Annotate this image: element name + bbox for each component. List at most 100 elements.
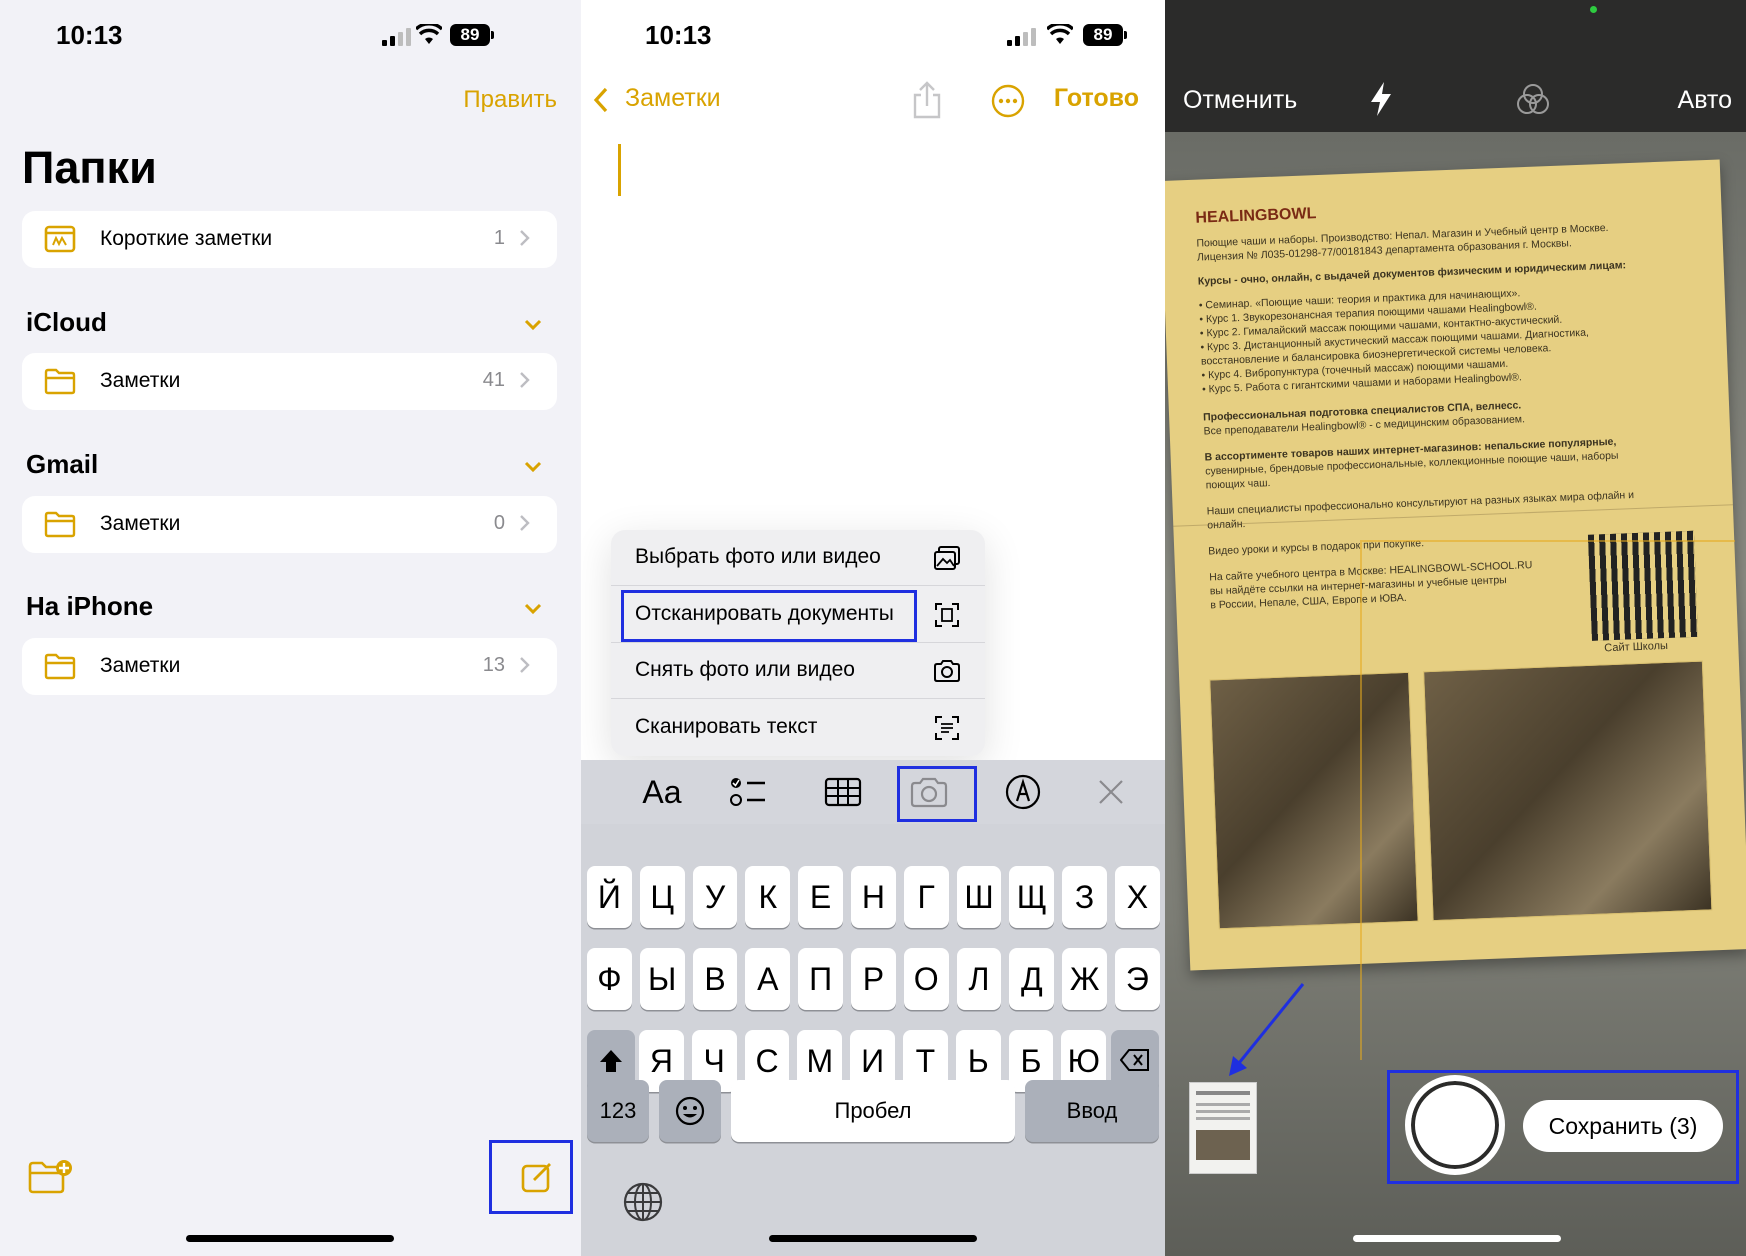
scanned-pages-thumbnail[interactable] (1189, 1082, 1257, 1174)
document-text-line: поющих чаш. (1205, 477, 1271, 492)
doc-scan-icon (935, 603, 959, 627)
highlight-scan-documents (621, 590, 917, 642)
camera-top-bar: Отменить Авто (1165, 0, 1746, 132)
backspace-icon (1119, 1049, 1149, 1071)
battery-indicator: 89 (450, 24, 494, 46)
share-icon[interactable] (911, 80, 943, 120)
numbers-key[interactable]: 123 (587, 1080, 649, 1142)
checklist-button[interactable] (726, 770, 770, 814)
folder-icon (44, 511, 76, 538)
key[interactable]: В (692, 948, 738, 1010)
key[interactable]: Ф (587, 948, 632, 1010)
key[interactable]: Г (903, 866, 949, 928)
quick-note-icon (44, 225, 76, 253)
key[interactable]: А (745, 948, 791, 1010)
folder-icon (44, 653, 76, 680)
space-key[interactable]: Пробел (731, 1080, 1015, 1142)
annotation-arrow-icon (1229, 983, 1305, 1076)
note-editor-screen: 10:13 89 Заметки Готово Выбрать фото или… (581, 0, 1165, 1256)
compose-note-icon[interactable] (520, 1160, 554, 1194)
emoji-icon (675, 1096, 705, 1126)
table-button[interactable] (821, 770, 865, 814)
folder-label: Короткие заметки (100, 227, 273, 250)
folder-icon (44, 368, 76, 395)
home-indicator (769, 1235, 977, 1242)
keyboard: ЙЦУКЕНГШЩЗХФЫВАПРОЛДЖЭЯЧСМИТЬБЮ 123 Проб… (581, 824, 1165, 1256)
chevron-down-icon[interactable] (523, 318, 543, 332)
status-time: 10:13 (56, 20, 123, 50)
detection-frame (1360, 540, 1735, 1060)
done-button[interactable]: Готово (1054, 84, 1139, 113)
close-toolbar-button[interactable] (1091, 770, 1131, 814)
key[interactable]: Д (1009, 948, 1055, 1010)
key[interactable]: Е (798, 866, 843, 928)
key[interactable]: Ш (956, 866, 1002, 928)
wifi-icon (416, 24, 442, 44)
new-folder-icon[interactable] (28, 1158, 72, 1194)
flash-icon[interactable] (1367, 80, 1395, 118)
home-indicator (186, 1235, 394, 1242)
chevron-right-icon (520, 372, 530, 388)
key[interactable]: З (1062, 866, 1107, 928)
chevron-right-icon (520, 230, 530, 246)
key[interactable]: К (745, 866, 791, 928)
folder-quick-notes[interactable]: Короткие заметки 1 (22, 211, 557, 268)
folder-icloud-notes[interactable]: Заметки 41 (22, 353, 557, 410)
key[interactable]: Л (956, 948, 1002, 1010)
cellular-signal-icon (382, 28, 412, 46)
section-header-icloud: iCloud (26, 307, 107, 337)
markup-button[interactable] (1001, 770, 1045, 814)
close-icon (1099, 780, 1123, 804)
menu-item-take-photo[interactable]: Снять фото или видео (611, 643, 985, 699)
format-toolbar: Aa (581, 760, 1165, 824)
return-key[interactable]: Ввод (1025, 1080, 1159, 1142)
key[interactable]: Э (1115, 948, 1160, 1010)
home-indicator (1353, 1235, 1561, 1242)
status-time: 10:13 (645, 20, 712, 50)
folder-label: Заметки (100, 369, 181, 392)
chevron-left-icon (593, 87, 608, 113)
key[interactable]: Ы (639, 948, 685, 1010)
key[interactable]: Р (851, 948, 896, 1010)
cancel-button[interactable]: Отменить (1183, 86, 1297, 115)
key[interactable]: Ж (1062, 948, 1107, 1010)
menu-item-choose-photo[interactable]: Выбрать фото или видео (611, 530, 985, 586)
emoji-key[interactable] (659, 1080, 721, 1142)
more-options-icon[interactable] (991, 84, 1025, 118)
key[interactable]: Щ (1009, 866, 1055, 928)
save-button[interactable]: Сохранить (3) (1523, 1100, 1723, 1152)
back-label: Заметки (625, 84, 721, 112)
key[interactable]: Й (587, 866, 632, 928)
status-bar: 10:13 89 (0, 0, 581, 70)
key[interactable]: Ц (639, 866, 685, 928)
menu-item-scan-text[interactable]: Сканировать текст (611, 700, 985, 756)
menu-item-label: Выбрать фото или видео (635, 545, 881, 568)
text-format-button[interactable]: Aa (635, 770, 689, 814)
markup-pen-icon (1005, 774, 1041, 810)
photo-library-icon (934, 546, 960, 570)
page-title: Папки (22, 142, 157, 193)
status-bar: 10:13 89 (581, 0, 1165, 70)
edit-button[interactable]: Править (463, 86, 557, 114)
folder-label: Заметки (100, 654, 181, 677)
key[interactable]: Х (1115, 866, 1160, 928)
folder-gmail-notes[interactable]: Заметки 0 (22, 496, 557, 553)
globe-icon[interactable] (623, 1182, 663, 1222)
folder-count: 1 (493, 227, 505, 249)
key[interactable]: О (903, 948, 949, 1010)
chevron-down-icon[interactable] (523, 602, 543, 616)
key[interactable]: П (798, 948, 843, 1010)
chevron-right-icon (520, 515, 530, 531)
text-cursor (618, 144, 621, 196)
chevron-right-icon (520, 657, 530, 673)
auto-mode-button[interactable]: Авто (1678, 86, 1732, 115)
folder-iphone-notes[interactable]: Заметки 13 (22, 638, 557, 695)
folder-count: 41 (482, 369, 505, 391)
key[interactable]: У (692, 866, 738, 928)
shutter-button[interactable] (1405, 1075, 1505, 1175)
chevron-down-icon[interactable] (523, 460, 543, 474)
filters-icon[interactable] (1515, 82, 1551, 118)
folder-count: 0 (493, 512, 505, 534)
key[interactable]: Н (851, 866, 896, 928)
menu-item-label: Снять фото или видео (635, 658, 855, 681)
